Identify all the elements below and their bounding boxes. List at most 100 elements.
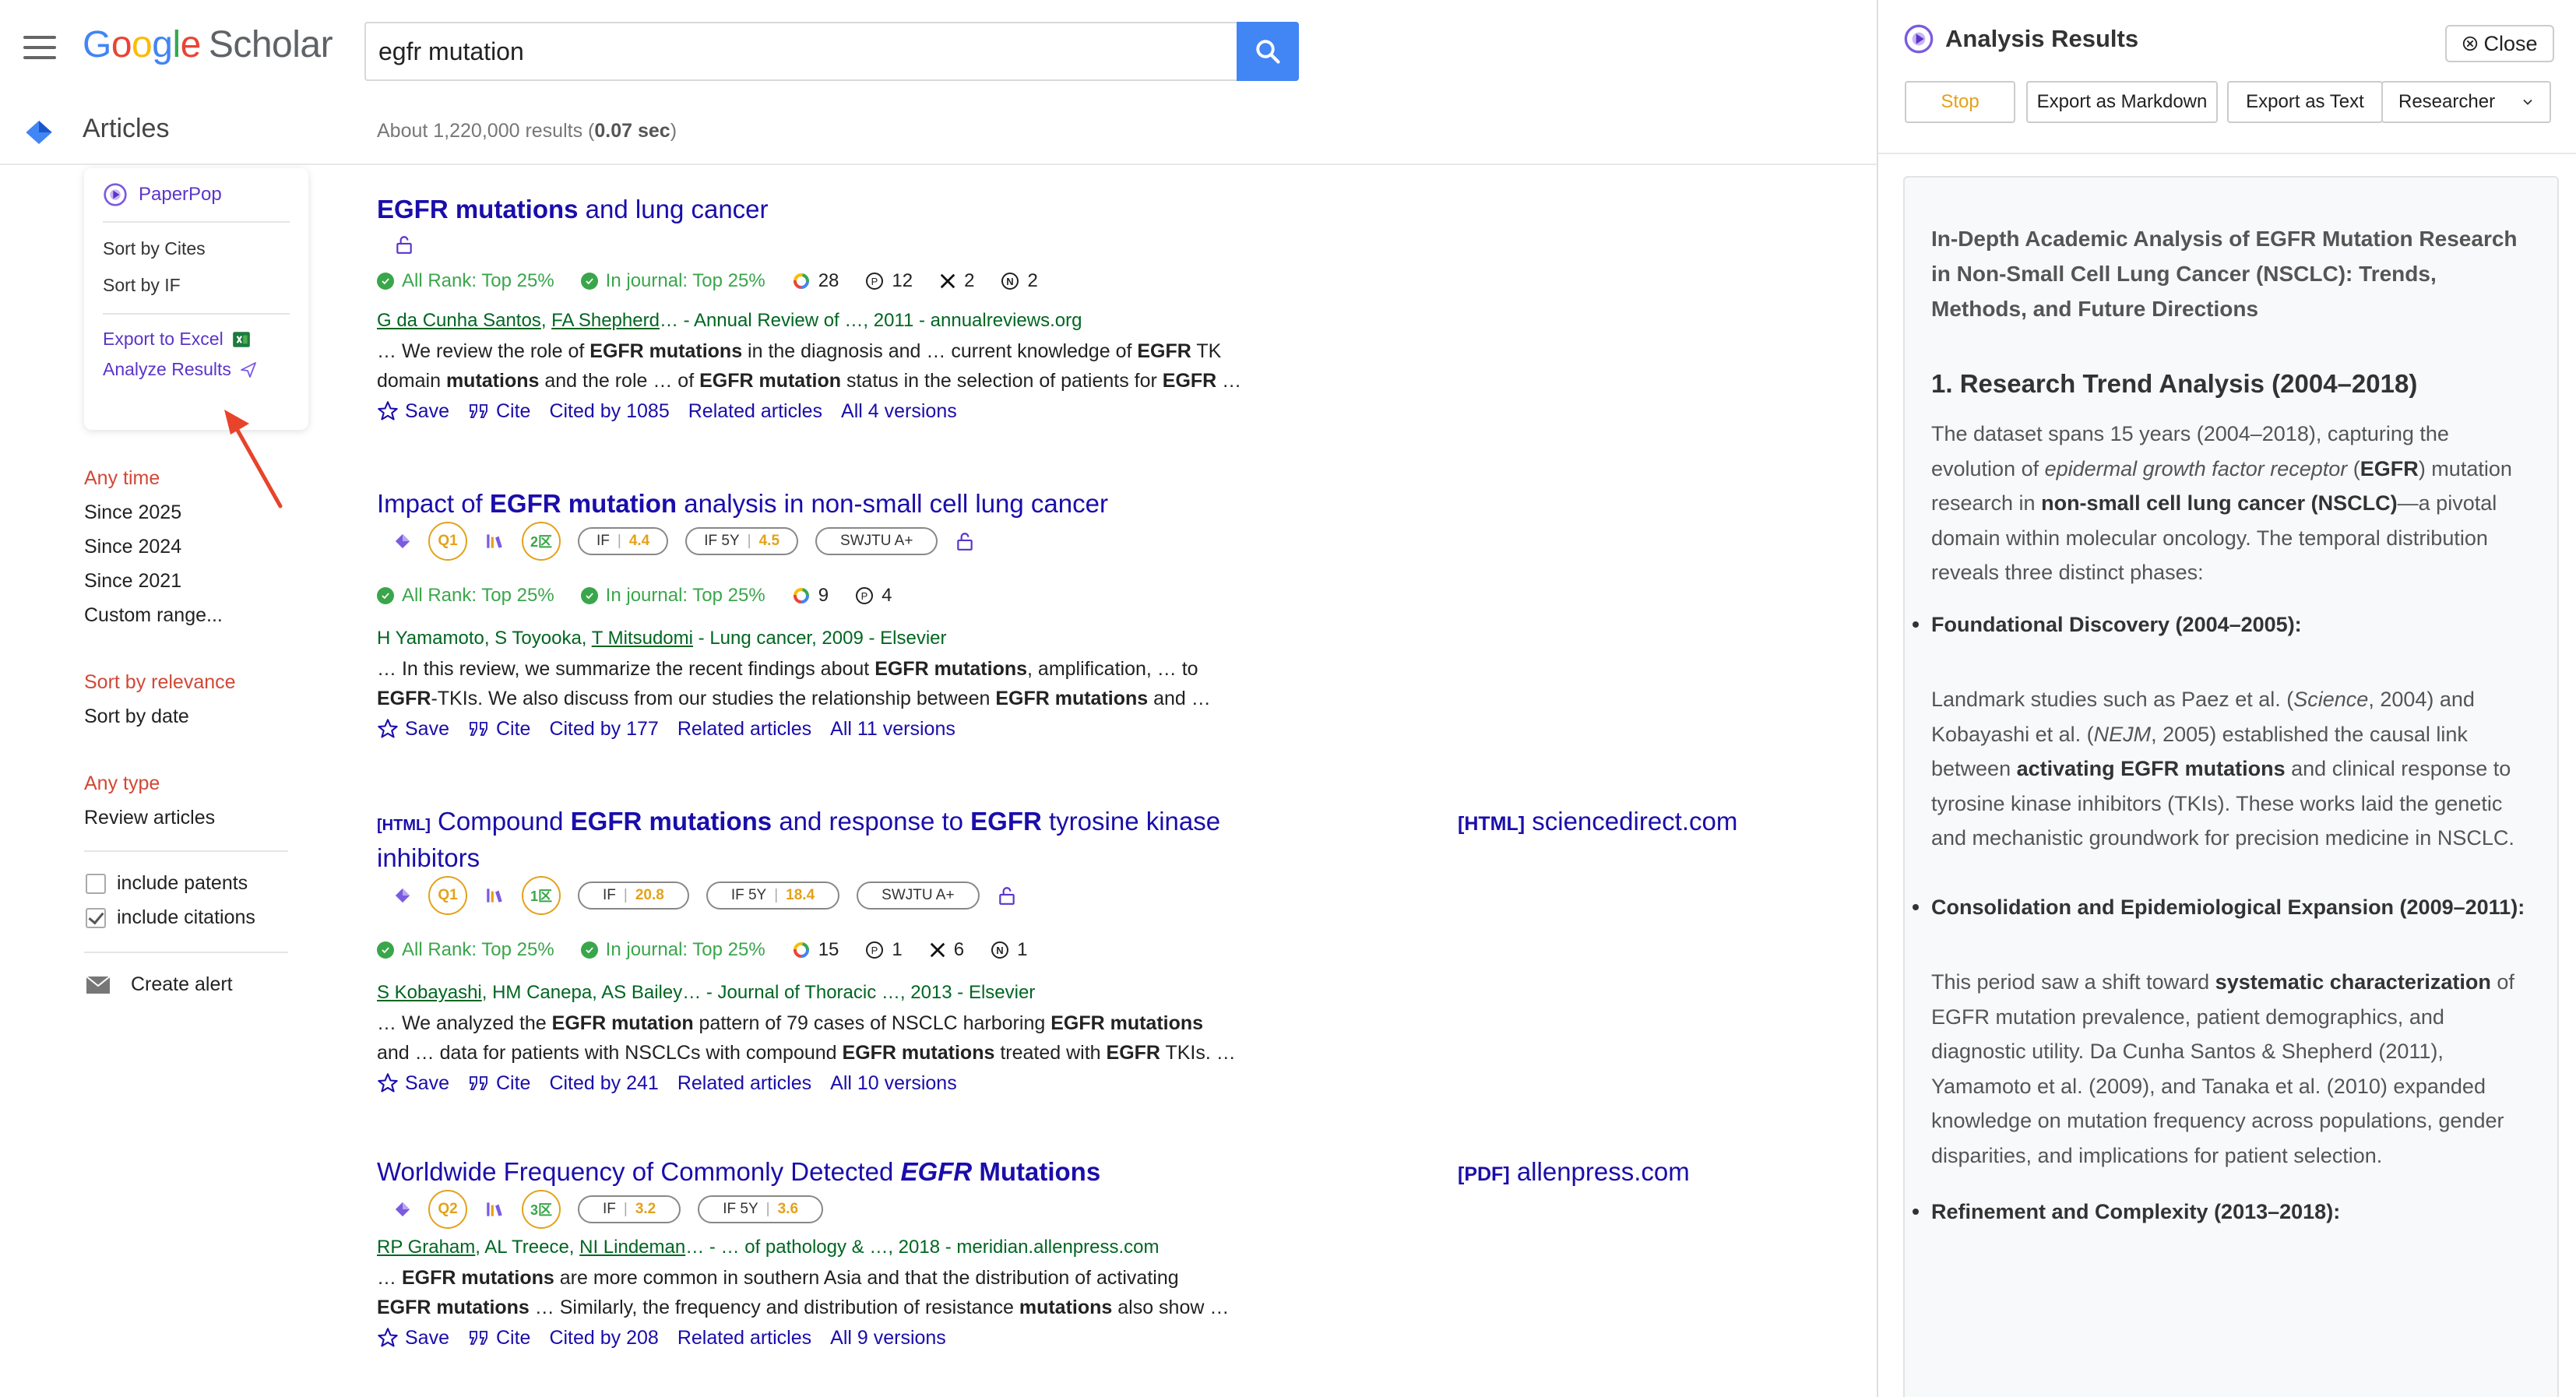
save-button[interactable]: Save <box>377 396 449 427</box>
search-input[interactable] <box>366 23 1238 79</box>
n-circle-icon: N <box>991 941 1009 959</box>
filter-any-time[interactable]: Any time <box>84 461 223 495</box>
result-title[interactable]: Worldwide Frequency of Commonly Detected… <box>377 1156 1467 1188</box>
author-link[interactable]: NI Lindeman <box>579 1237 685 1258</box>
fulltext-link[interactable]: [HTML] sciencedirect.com <box>1458 807 1737 836</box>
related-articles-link[interactable]: Related articles <box>688 396 822 427</box>
export-markdown-button[interactable]: Export as Markdown <box>2026 81 2218 123</box>
sort-by-if[interactable]: Sort by IF <box>103 275 290 296</box>
export-text-button[interactable]: Export as Text <box>2227 81 2383 123</box>
quote-icon <box>470 404 487 418</box>
patent-stat[interactable]: P1 <box>865 939 903 961</box>
in-journal-badge: In journal: Top 25% <box>580 939 765 961</box>
filter-since-2021[interactable]: Since 2021 <box>84 564 223 598</box>
filter-since-2024[interactable]: Since 2024 <box>84 530 223 564</box>
unlock-icon[interactable] <box>955 531 975 551</box>
cite-button[interactable]: Cite <box>468 713 530 744</box>
author-link[interactable]: T Mitsudomi <box>592 628 693 649</box>
quartile-badge: Q2 <box>428 1190 467 1229</box>
related-articles-link[interactable]: Related articles <box>677 1322 811 1353</box>
google-citations-stat[interactable]: 15 <box>792 939 839 961</box>
result-title[interactable]: [HTML] Compound EGFR mutations and respo… <box>377 805 1467 874</box>
all-versions-link[interactable]: All 9 versions <box>830 1322 946 1353</box>
cited-by-link[interactable]: Cited by 177 <box>549 713 658 744</box>
filter-any-type[interactable]: Any type <box>84 766 215 801</box>
filter-since-2025[interactable]: Since 2025 <box>84 495 223 530</box>
star-icon <box>378 1073 398 1093</box>
chevron-down-icon <box>2523 99 2532 105</box>
role-select[interactable]: Researcher <box>2381 81 2551 123</box>
cas-zone-badge: 1区 <box>522 876 561 915</box>
export-to-excel-button[interactable]: Export to Excel <box>103 329 290 350</box>
analysis-panel: Analysis Results Close Stop Export as Ma… <box>1877 0 2576 1397</box>
fulltext-link[interactable]: [PDF] allenpress.com <box>1458 1157 1690 1187</box>
swjtu-rank-pill: SWJTU A+ <box>857 881 980 910</box>
results-count: About 1,220,000 results (0.07 sec) <box>377 120 677 142</box>
search-icon <box>1256 40 1280 64</box>
related-articles-link[interactable]: Related articles <box>677 713 811 744</box>
impact-factor-pill: IF | 3.2 <box>578 1195 681 1223</box>
cited-by-link[interactable]: Cited by 1085 <box>549 396 669 427</box>
result-title[interactable]: EGFR mutations and lung cancer <box>377 193 1467 226</box>
svg-text:N: N <box>1007 276 1014 287</box>
filter-custom-range[interactable]: Custom range... <box>84 598 223 632</box>
filter-review-articles[interactable]: Review articles <box>84 801 215 835</box>
all-versions-link[interactable]: All 11 versions <box>830 713 955 744</box>
quartile-badge: Q1 <box>428 876 467 915</box>
rank-check-icon <box>377 273 394 290</box>
stop-button[interactable]: Stop <box>1905 81 2015 123</box>
analysis-title: In-Depth Academic Analysis of EGFR Mutat… <box>1931 227 2518 321</box>
all-versions-link[interactable]: All 10 versions <box>830 1068 957 1099</box>
paperpop-title[interactable]: PaperPop <box>103 182 290 223</box>
create-alert-button[interactable]: Create alert <box>86 973 233 996</box>
cite-button[interactable]: Cite <box>468 1322 530 1353</box>
cited-by-link[interactable]: Cited by 241 <box>549 1068 658 1099</box>
result-title[interactable]: Impact of EGFR mutation analysis in non-… <box>377 487 1467 520</box>
include-patents-option[interactable]: include patents <box>86 872 248 895</box>
news-stat[interactable]: N1 <box>991 939 1027 961</box>
google-citations-stat[interactable]: 9 <box>792 585 829 607</box>
author-link[interactable]: S Kobayashi <box>377 982 482 1003</box>
x-mentions-stat[interactable]: 2 <box>939 270 974 292</box>
send-icon <box>241 361 256 378</box>
related-articles-link[interactable]: Related articles <box>677 1068 811 1099</box>
news-stat[interactable]: N2 <box>1001 270 1038 292</box>
sort-by-relevance[interactable]: Sort by relevance <box>84 665 236 699</box>
quote-icon <box>470 722 487 736</box>
all-versions-link[interactable]: All 4 versions <box>841 396 957 427</box>
journal-badges: Q1 2区 IF | 4.4 IF 5Y | 4.5 SWJTU A+ <box>377 522 1467 561</box>
menu-icon[interactable] <box>23 36 56 59</box>
cite-button[interactable]: Cite <box>468 396 530 427</box>
sort-by-cites[interactable]: Sort by Cites <box>103 238 290 259</box>
panel-header: Analysis Results <box>1903 23 2138 55</box>
author-link[interactable]: G da Cunha Santos <box>377 310 541 331</box>
include-citations-checkbox[interactable] <box>86 907 106 928</box>
analyze-results-button[interactable]: Analyze Results <box>103 359 290 380</box>
close-button[interactable]: Close <box>2445 25 2554 62</box>
save-button[interactable]: Save <box>377 713 449 744</box>
patent-stat[interactable]: P 12 <box>865 270 913 292</box>
google-scholar-logo[interactable]: Google Scholar <box>83 23 333 66</box>
time-filter: Any time Since 2025 Since 2024 Since 202… <box>84 461 223 632</box>
phase-paragraph: This period saw a shift toward systemati… <box>1931 970 2514 1167</box>
patent-stat[interactable]: P4 <box>855 585 892 607</box>
save-button[interactable]: Save <box>377 1068 449 1099</box>
google-citations-stat[interactable]: 28 <box>792 270 839 292</box>
impact-factor-5y-pill: IF 5Y | 3.6 <box>698 1195 824 1223</box>
result-snippet: … EGFR mutations are more common in sout… <box>377 1267 1230 1318</box>
x-mentions-stat[interactable]: 6 <box>929 939 964 961</box>
result-snippet: … We analyzed the EGFR mutation pattern … <box>377 1012 1236 1064</box>
author-link[interactable]: FA Shepherd <box>551 310 660 331</box>
save-button[interactable]: Save <box>377 1322 449 1353</box>
sort-by-date[interactable]: Sort by date <box>84 699 236 734</box>
unlock-icon[interactable] <box>997 885 1017 906</box>
unlock-icon[interactable] <box>394 234 414 255</box>
panel-title: Analysis Results <box>1945 25 2139 52</box>
cited-by-link[interactable]: Cited by 208 <box>549 1322 658 1353</box>
include-patents-checkbox[interactable] <box>86 873 106 894</box>
cite-button[interactable]: Cite <box>468 1068 530 1099</box>
include-citations-option[interactable]: include citations <box>86 906 255 929</box>
author-link[interactable]: RP Graham <box>377 1237 475 1258</box>
phase-heading: Consolidation and Epidemiological Expans… <box>1913 890 2531 925</box>
search-button[interactable] <box>1237 22 1299 81</box>
